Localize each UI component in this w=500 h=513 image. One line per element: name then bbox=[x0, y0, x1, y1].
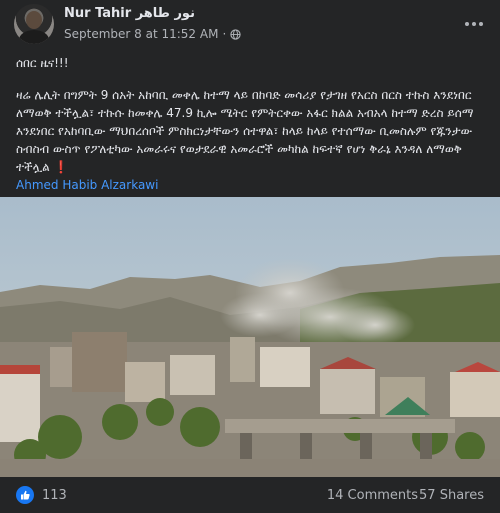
post-photo[interactable] bbox=[0, 197, 500, 477]
thumbs-up-icon[interactable] bbox=[16, 486, 34, 504]
post-timestamp[interactable]: September 8 at 11:52 AM bbox=[64, 27, 218, 41]
post-body-text: ዛሬ ሌሊት በግምት 9 ሰአት አከባቢ መቀሌ ከተማ ላይ በከባድ መ… bbox=[16, 88, 474, 174]
tagged-user-link[interactable]: Ahmed Habib Alzarkawi bbox=[16, 176, 486, 194]
globe-icon bbox=[230, 28, 241, 40]
city-smoke-photo bbox=[0, 197, 500, 477]
reactions-bar: 113 14 Comments 57 Shares bbox=[0, 477, 500, 513]
shares-count[interactable]: 57 Shares bbox=[419, 488, 484, 503]
post-text: ሰበር ዜና!!! ዛሬ ሌሊት በግምት 9 ሰአት አከባቢ መቀሌ ከተማ… bbox=[16, 54, 486, 194]
author-avatar[interactable] bbox=[14, 4, 54, 44]
like-count[interactable]: 113 bbox=[42, 488, 67, 503]
post-headline: ሰበር ዜና!!! bbox=[16, 56, 69, 70]
post-paragraph: ዛሬ ሌሊት በግምት 9 ሰአት አከባቢ መቀሌ ከተማ ላይ በከባድ መ… bbox=[16, 86, 486, 176]
exclamation-emoji-icon: ❗ bbox=[53, 160, 69, 174]
author-name[interactable]: Nur Tahir نور طاهر bbox=[64, 6, 195, 21]
post-header: Nur Tahir نور طاهر September 8 at 11:52 … bbox=[0, 0, 500, 50]
meta-separator: · bbox=[222, 27, 227, 41]
comments-count[interactable]: 14 Comments bbox=[327, 488, 418, 503]
more-options-icon[interactable] bbox=[462, 12, 486, 36]
post-meta: September 8 at 11:52 AM · bbox=[64, 27, 241, 41]
